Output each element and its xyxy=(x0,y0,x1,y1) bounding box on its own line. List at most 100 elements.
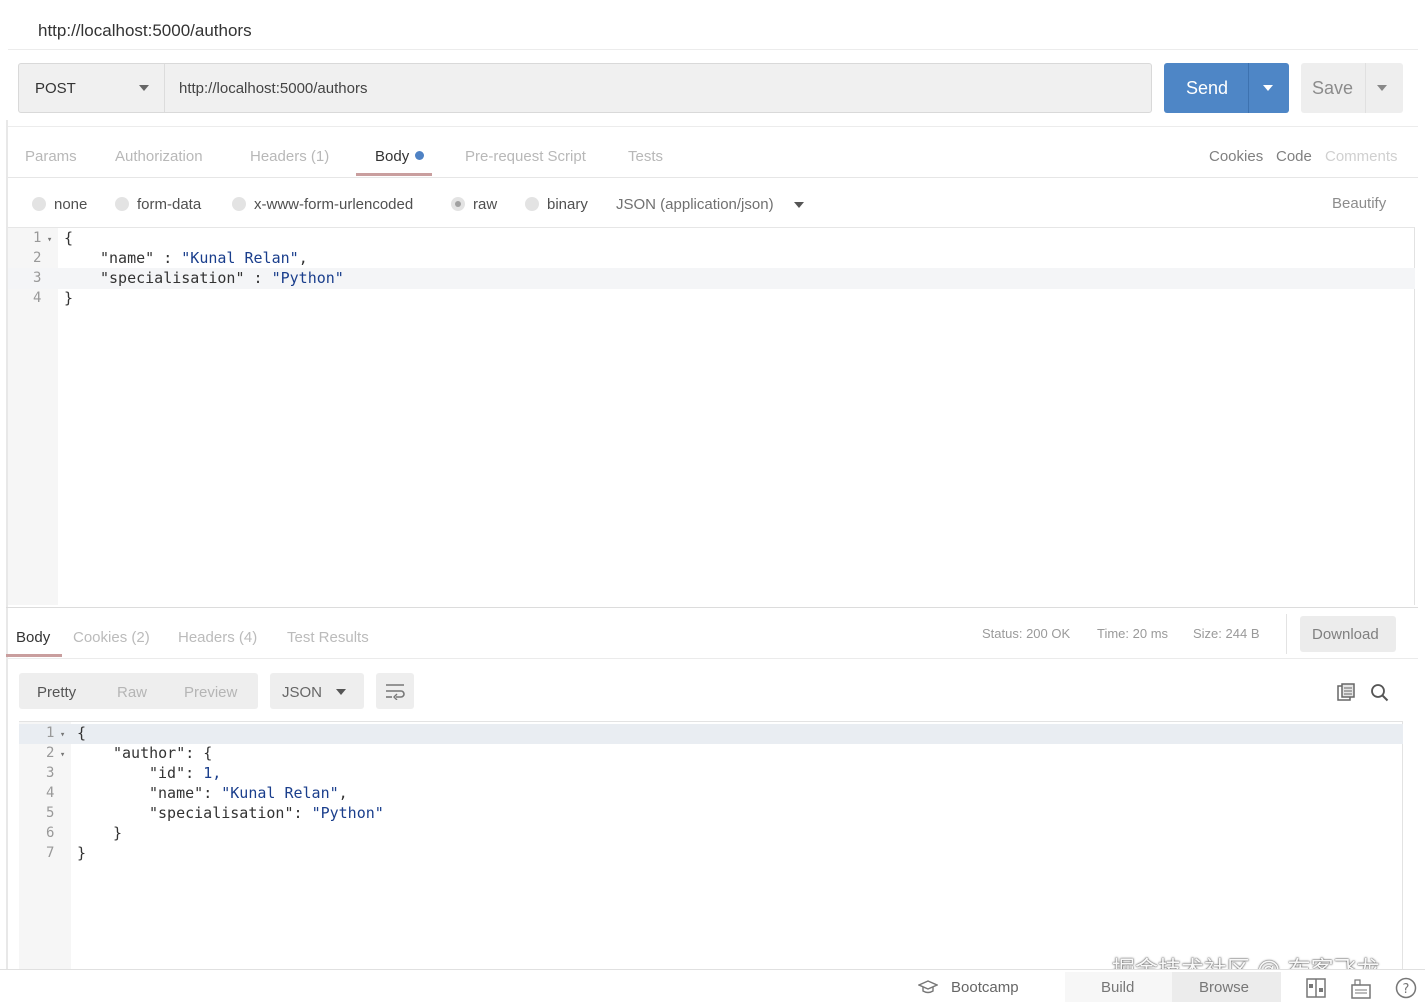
response-tab-cookies[interactable]: Cookies (2) xyxy=(73,629,150,646)
browse-label: Browse xyxy=(1199,979,1250,996)
keyboard-shortcuts-icon[interactable] xyxy=(1351,977,1371,999)
send-divider xyxy=(1248,63,1249,113)
code-line-specialisation: "specialisation": "Python" xyxy=(149,804,384,822)
code-brace-close: } xyxy=(64,289,74,307)
code-line-name: "name": "Kunal Relan", xyxy=(149,784,348,802)
download-button[interactable]: Download xyxy=(1300,616,1396,652)
view-preview-button[interactable]: Preview xyxy=(184,684,237,701)
line-number: 2 xyxy=(33,250,42,266)
tab-tests[interactable]: Tests xyxy=(628,148,663,165)
fold-arrow-icon[interactable]: ▾ xyxy=(54,730,65,740)
radio-icon xyxy=(32,197,46,211)
view-mode-segment: Pretty Raw Preview xyxy=(19,673,258,709)
tab-body[interactable]: Body xyxy=(375,148,425,165)
chevron-down-icon xyxy=(336,689,346,695)
view-pretty-button[interactable]: Pretty xyxy=(37,684,76,701)
help-icon[interactable]: ? xyxy=(1395,977,1417,999)
response-format-select[interactable]: JSON xyxy=(270,673,364,709)
response-tab-body[interactable]: Body xyxy=(16,629,50,646)
wrap-lines-button[interactable] xyxy=(376,673,414,709)
method-label: POST xyxy=(35,80,76,97)
build-browse-toggle: Build Browse xyxy=(1065,972,1281,1002)
radio-binary[interactable]: binary xyxy=(525,196,588,213)
radio-selected-icon xyxy=(451,197,465,211)
beautify-button[interactable]: Beautify xyxy=(1332,195,1386,212)
fold-arrow-icon[interactable]: ▾ xyxy=(41,235,52,245)
request-bar: POST xyxy=(18,63,1152,113)
radio-icon xyxy=(115,197,129,211)
tab-body-label: Body xyxy=(375,148,410,165)
svg-text:?: ? xyxy=(1403,982,1410,997)
save-label: Save xyxy=(1312,78,1354,98)
radio-icon xyxy=(232,197,246,211)
format-label: JSON xyxy=(282,684,323,701)
view-raw-button[interactable]: Raw xyxy=(117,684,147,701)
build-label: Build xyxy=(1101,979,1135,996)
response-size: Size: 244 B xyxy=(1193,626,1260,641)
fold-arrow-icon[interactable]: ▾ xyxy=(54,750,65,760)
line-number: 3 xyxy=(46,765,55,781)
send-options-chevron-icon[interactable] xyxy=(1263,85,1273,91)
modified-dot-icon xyxy=(415,151,425,160)
search-icon[interactable] xyxy=(1370,683,1389,702)
request-tabs-bar xyxy=(8,126,1418,178)
build-toggle[interactable]: Build xyxy=(1065,972,1172,1002)
tab-headers[interactable]: Headers (1) xyxy=(250,148,329,165)
send-label: Send xyxy=(1186,78,1229,98)
response-status: Status: 200 OK xyxy=(982,626,1071,641)
code-brace-close: } xyxy=(77,844,87,862)
code-line-name: "name" : "Kunal Relan", xyxy=(100,249,308,267)
tab-authorization[interactable]: Authorization xyxy=(115,148,203,165)
line-number: 1 ▾ xyxy=(33,230,53,246)
code-brace-inner-close: } xyxy=(113,824,123,842)
chevron-down-icon xyxy=(139,85,149,91)
comments-link[interactable]: Comments xyxy=(1325,148,1398,165)
response-body-viewer[interactable] xyxy=(19,721,1403,969)
save-options-chevron-icon[interactable] xyxy=(1377,85,1387,91)
line-number: 1 ▾ xyxy=(46,725,66,741)
wrap-lines-icon xyxy=(386,684,405,700)
code-brace-open: { xyxy=(77,724,87,742)
chevron-down-icon[interactable] xyxy=(794,202,804,208)
send-button[interactable]: Send xyxy=(1164,63,1289,113)
radio-raw-label: raw xyxy=(473,196,498,213)
download-label: Download xyxy=(1312,626,1379,643)
code-line-author: "author": { xyxy=(113,744,213,762)
bootcamp-link[interactable]: Bootcamp xyxy=(951,979,1019,996)
method-select[interactable]: POST xyxy=(19,64,165,112)
response-time: Time: 20 ms xyxy=(1097,626,1169,641)
code-line-specialisation: "specialisation" : "Python" xyxy=(100,269,344,287)
radio-urlencoded[interactable]: x-www-form-urlencoded xyxy=(232,196,413,213)
active-tab-indicator xyxy=(6,654,62,657)
content-type-select[interactable]: JSON (application/json) xyxy=(616,196,774,213)
graduation-cap-icon xyxy=(918,980,938,994)
radio-none[interactable]: none xyxy=(32,196,87,213)
code-line-id: "id": 1, xyxy=(149,764,222,782)
radio-raw[interactable]: raw xyxy=(451,196,497,213)
copy-icon[interactable] xyxy=(1337,683,1355,701)
radio-binary-label: binary xyxy=(547,196,588,213)
two-pane-view-icon[interactable] xyxy=(1306,978,1326,998)
request-tab[interactable]: http://localhost:5000/authors xyxy=(8,6,1418,50)
save-button[interactable]: Save xyxy=(1301,63,1403,113)
radio-icon xyxy=(525,197,539,211)
line-number: 2 ▾ xyxy=(46,745,66,761)
browse-toggle[interactable]: Browse xyxy=(1172,972,1281,1002)
tab-params[interactable]: Params xyxy=(25,148,77,165)
active-tab-indicator xyxy=(356,173,432,176)
active-line-highlight xyxy=(19,724,1403,744)
line-number: 5 xyxy=(46,805,55,821)
request-tab-title: http://localhost:5000/authors xyxy=(38,21,252,40)
line-number: 3 xyxy=(33,270,42,286)
radio-urlencoded-label: x-www-form-urlencoded xyxy=(254,196,414,213)
cookies-link[interactable]: Cookies xyxy=(1209,148,1263,165)
tab-prerequest-script[interactable]: Pre-request Script xyxy=(465,148,586,165)
radio-form-data-label: form-data xyxy=(137,196,202,213)
save-divider xyxy=(1365,63,1366,113)
response-tab-headers[interactable]: Headers (4) xyxy=(178,629,257,646)
code-link[interactable]: Code xyxy=(1276,148,1312,165)
divider xyxy=(1286,614,1287,654)
response-tab-test-results[interactable]: Test Results xyxy=(287,629,369,646)
url-input[interactable] xyxy=(165,64,1151,112)
radio-form-data[interactable]: form-data xyxy=(115,196,201,213)
